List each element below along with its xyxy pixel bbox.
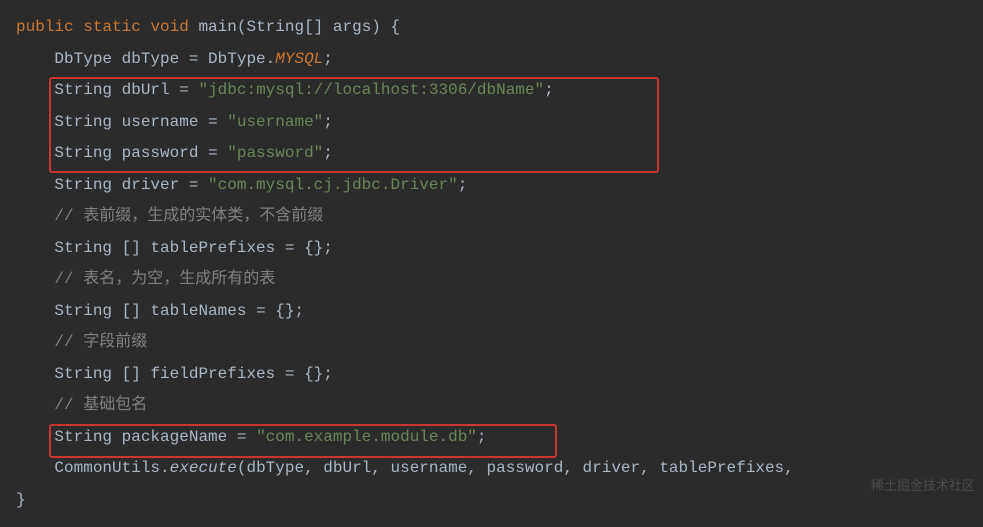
semi: ; [544,81,554,99]
string-dburl: "jdbc:mysql://localhost:3306/dbName" [198,81,544,99]
var-username: username [122,113,199,131]
string-driver: "com.mysql.cj.jdbc.Driver" [208,176,458,194]
comment-table-prefix: // 表前缀，生成的实体类，不含前缀 [54,207,323,225]
comment-table-names: // 表名，为空，生成所有的表 [54,270,275,288]
code-line-9: // 表名，为空，生成所有的表 [16,264,983,296]
code-line-11: // 字段前缀 [16,327,983,359]
semi: ; [477,428,487,446]
keyword-public: public [16,18,74,36]
call-args: (dbType, dbUrl, username, password, driv… [237,459,794,477]
method-execute: execute [170,459,237,477]
code-line-12: String [] fieldPrefixes = {}; [16,359,983,391]
code-line-14: String packageName = "com.example.module… [16,422,983,454]
code-line-8: String [] tablePrefixes = {}; [16,233,983,265]
watermark-text: 稀土掘金技术社区 [871,470,975,502]
var-dburl: dbUrl [122,81,170,99]
code-line-7: // 表前缀，生成的实体类，不含前缀 [16,201,983,233]
code-line-13: // 基础包名 [16,390,983,422]
eq: = [170,81,199,99]
const-mysql: MYSQL [275,50,323,68]
code-line-3: String dbUrl = "jdbc:mysql://localhost:3… [16,75,983,107]
code-line-1: public static void main(String[] args) { [16,12,983,44]
semi: ; [458,176,468,194]
code-line-10: String [] tableNames = {}; [16,296,983,328]
eq-empty: = {} [275,365,323,383]
dot: . [266,50,276,68]
code-line-6: String driver = "com.mysql.cj.jdbc.Drive… [16,170,983,202]
param-name: args [333,18,371,36]
code-line-2: DbType dbType = DbType.MYSQL; [16,44,983,76]
var-fieldprefixes: fieldPrefixes [150,365,275,383]
class-commonutils: CommonUtils [54,459,160,477]
comment-package: // 基础包名 [54,396,147,414]
var-dbtype: dbType [122,50,180,68]
eq-empty: = {} [275,239,323,257]
code-editor[interactable]: public static void main(String[] args) {… [16,12,983,516]
semi: ; [323,365,333,383]
code-line-16: } [16,485,983,517]
brace-open: { [381,18,400,36]
code-line-5: String password = "password"; [16,138,983,170]
semi: ; [323,113,333,131]
type-string: String [54,176,112,194]
eq: = [227,428,256,446]
paren-close: ) [371,18,381,36]
semi: ; [323,144,333,162]
string-packagename: "com.example.module.db" [256,428,477,446]
param-type: String[] [246,18,323,36]
eq: = [198,113,227,131]
brace-close: } [16,491,26,509]
type-string-array: String [] [54,302,140,320]
type-string: String [54,113,112,131]
var-driver: driver [122,176,180,194]
type-string-array: String [] [54,365,140,383]
eq: = [198,144,227,162]
var-tablenames: tableNames [150,302,246,320]
keyword-static: static [83,18,141,36]
eq: = [179,176,208,194]
var-password: password [122,144,199,162]
var-tableprefixes: tablePrefixes [150,239,275,257]
class-ref: DbType [208,50,266,68]
semi: ; [323,50,333,68]
code-line-4: String username = "username"; [16,107,983,139]
type-string-array: String [] [54,239,140,257]
semi: ; [323,239,333,257]
keyword-void: void [150,18,188,36]
type-string: String [54,428,112,446]
string-username: "username" [227,113,323,131]
string-password: "password" [227,144,323,162]
type-dbtype: DbType [54,50,112,68]
comment-field-prefix: // 字段前缀 [54,333,147,351]
type-string: String [54,81,112,99]
semi: ; [294,302,304,320]
eq-empty: = {} [246,302,294,320]
var-packagename: packageName [122,428,228,446]
dot: . [160,459,170,477]
eq: = [179,50,208,68]
code-line-15: CommonUtils.execute(dbType, dbUrl, usern… [16,453,983,485]
method-name: main [198,18,236,36]
type-string: String [54,144,112,162]
